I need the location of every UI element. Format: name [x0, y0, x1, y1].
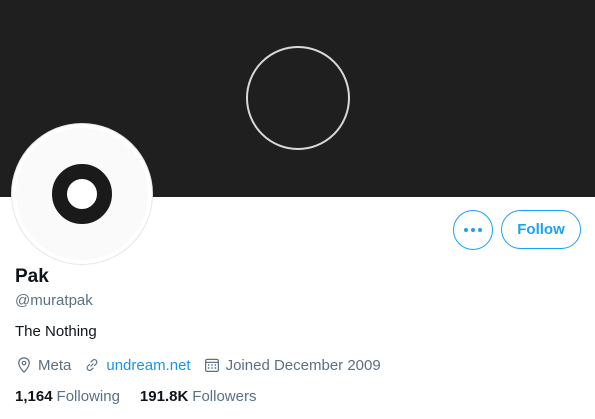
location-text: Meta: [38, 356, 72, 374]
avatar-ring-graphic: [52, 164, 112, 224]
profile-meta-row: Meta undream.net Joined December 2009: [15, 355, 393, 375]
location-pin-icon: [18, 357, 30, 373]
more-dots-icon: [464, 228, 468, 232]
joined-item: Joined December 2009: [203, 356, 381, 374]
followers-stat[interactable]: 191.8K Followers: [140, 388, 257, 405]
avatar[interactable]: [12, 124, 152, 264]
more-dot: [478, 228, 482, 232]
followers-count: 191.8K: [139, 388, 189, 405]
location-item: Meta: [15, 356, 71, 374]
profile-stats-row: 1,164 Following 191.8K Followers: [15, 388, 276, 405]
calendar-icon: [204, 358, 219, 372]
avatar-image: [16, 128, 148, 260]
more-options-button[interactable]: [453, 210, 493, 250]
joined-text: Joined December 2009: [225, 356, 381, 374]
following-label: Following: [56, 388, 120, 405]
profile-name: Pak: [15, 266, 49, 287]
website-item[interactable]: undream.net: [83, 356, 191, 374]
followers-label: Followers: [192, 388, 257, 405]
website-link[interactable]: undream.net: [106, 357, 190, 374]
link-icon: [86, 359, 98, 371]
more-dot: [471, 228, 475, 232]
profile-bio: The Nothing: [15, 323, 97, 340]
following-count: 1,164: [15, 388, 53, 405]
banner-circle-graphic: [246, 46, 350, 150]
following-stat[interactable]: 1,164 Following: [15, 388, 120, 405]
follow-button[interactable]: Follow: [501, 210, 581, 249]
profile-handle: @muratpak: [15, 292, 93, 309]
